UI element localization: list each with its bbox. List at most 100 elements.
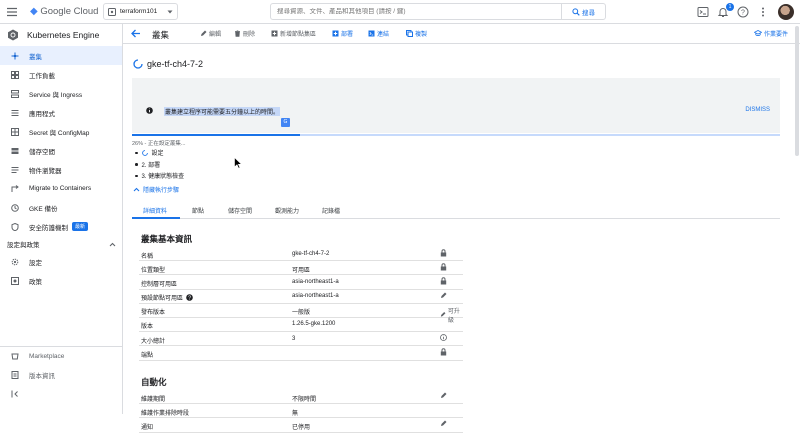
edit-button[interactable]: 編輯 bbox=[200, 29, 221, 38]
back-button[interactable] bbox=[130, 28, 141, 39]
main-content: 叢集 編輯 刪除 新增節點集區 部署 連結 複製 作業要件 gke-tf-ch4… bbox=[123, 24, 800, 433]
sidebar-item-label: Secret 與 ConfigMap bbox=[29, 129, 90, 137]
dismiss-button[interactable]: DISMISS bbox=[745, 107, 770, 113]
delete-label: 刪除 bbox=[243, 32, 256, 38]
deploy-button[interactable]: 部署 bbox=[332, 29, 353, 38]
duplicate-button[interactable]: 複製 bbox=[406, 29, 427, 38]
table-row: 發布版本 一般版 可升級 bbox=[139, 304, 463, 324]
sidebar-item-migrate[interactable]: Migrate to Containers bbox=[0, 179, 122, 198]
kubernetes-engine-icon bbox=[8, 29, 18, 41]
row-value: 一般版 bbox=[292, 310, 311, 317]
more-vert-icon[interactable] bbox=[757, 6, 769, 18]
add-node-pool-button[interactable]: 新增節點集區 bbox=[271, 29, 316, 38]
connect-button[interactable]: 連結 bbox=[368, 29, 389, 38]
cloud-shell-icon[interactable] bbox=[697, 6, 709, 18]
sidebar-item-backup[interactable]: GKE 備份 bbox=[0, 198, 122, 217]
search-input[interactable] bbox=[271, 8, 561, 15]
collapse-sidebar-button[interactable] bbox=[0, 384, 122, 403]
sidebar-section-config[interactable]: 設定與政策 bbox=[0, 236, 122, 252]
search-button-label: 搜尋 bbox=[582, 9, 595, 17]
table-row: 控制層可用區 asia-northeast1-a bbox=[139, 275, 463, 290]
google-cloud-logo[interactable]: ◆ Google Cloud bbox=[30, 6, 98, 17]
add-node-pool-label: 新增節點集區 bbox=[280, 32, 317, 38]
table-row: 版本 1.26.5-gke.1200 bbox=[139, 318, 463, 333]
row-key: 通知 bbox=[141, 424, 154, 431]
active-tab-indicator bbox=[132, 217, 180, 219]
translate-icon[interactable]: G bbox=[281, 118, 290, 127]
sidebar-item-label: 安全防護機制 bbox=[29, 224, 68, 232]
scrollbar[interactable] bbox=[795, 26, 799, 156]
row-value: asia-northeast1-a bbox=[292, 293, 339, 300]
storage-icon bbox=[11, 147, 19, 154]
sidebar-item-services[interactable]: Service 與 Ingress bbox=[0, 84, 122, 103]
policy-icon bbox=[11, 276, 19, 285]
sidebar-item-storage[interactable]: 儲存空間 bbox=[0, 141, 122, 160]
page-title: 叢集 bbox=[152, 30, 170, 40]
hide-steps-toggle[interactable]: 隱藏執行步驟 bbox=[133, 185, 179, 194]
sidebar-item-applications[interactable]: 應用程式 bbox=[0, 103, 122, 122]
chevron-up-icon bbox=[133, 187, 140, 192]
copy-icon bbox=[406, 30, 413, 37]
tab-nodes[interactable]: 節點 bbox=[192, 206, 204, 215]
row-value: 不限時間 bbox=[292, 396, 317, 403]
row-value: 可用區 bbox=[292, 267, 311, 274]
delete-button[interactable]: 刪除 bbox=[234, 29, 255, 38]
row-key: 端點 bbox=[141, 352, 154, 359]
sidebar-item-security[interactable]: 安全防護機制 最新 bbox=[0, 217, 122, 236]
row-key: 維護期間 bbox=[141, 396, 166, 403]
sidebar-item-secrets[interactable]: Secret 與 ConfigMap bbox=[0, 122, 122, 141]
edit-zone-button[interactable] bbox=[440, 292, 447, 299]
project-selector[interactable]: terraform101 bbox=[103, 3, 178, 20]
bullet bbox=[135, 174, 138, 177]
menu-icon[interactable] bbox=[6, 6, 18, 18]
mouse-pointer-icon bbox=[234, 157, 242, 169]
hub-icon bbox=[11, 52, 19, 59]
sidebar-item-workloads[interactable]: 工作負載 bbox=[0, 65, 122, 84]
sidebar-item-clusters[interactable]: 叢集 bbox=[0, 46, 122, 65]
sidebar-item-label: 版本資訊 bbox=[29, 372, 55, 380]
logo-google-text: Google bbox=[40, 6, 71, 17]
tab-logs[interactable]: 記錄檔 bbox=[322, 206, 340, 215]
search-icon bbox=[572, 7, 580, 16]
sidebar-item-marketplace[interactable]: Marketplace bbox=[0, 346, 122, 365]
sidebar-item-policies[interactable]: 政策 bbox=[0, 271, 122, 290]
edit-notification-button[interactable] bbox=[440, 420, 447, 427]
info-icon[interactable] bbox=[440, 334, 447, 342]
pencil-icon bbox=[441, 392, 447, 398]
tutorial-button[interactable]: 作業要件 bbox=[753, 29, 788, 38]
help-icon[interactable]: ? bbox=[186, 294, 193, 301]
row-key: 版本 bbox=[141, 324, 154, 331]
sidebar-item-object-browser[interactable]: 物件瀏覽器 bbox=[0, 160, 122, 179]
trash-icon bbox=[235, 30, 240, 37]
sidebar-item-label: 設定 bbox=[29, 259, 42, 267]
help-icon[interactable]: ? bbox=[737, 6, 749, 18]
sidebar-item-settings[interactable]: 設定 bbox=[0, 252, 122, 271]
search-bar[interactable]: 搜尋 bbox=[270, 3, 606, 20]
add-box-icon bbox=[332, 30, 339, 37]
sidebar-bottom: Marketplace 版本資訊 bbox=[0, 346, 122, 403]
progress-status: 26% - 正在設定叢集... bbox=[132, 141, 186, 147]
step-label: 2. 部署 bbox=[141, 162, 161, 169]
search-button[interactable]: 搜尋 bbox=[561, 4, 605, 19]
project-name: terraform101 bbox=[120, 8, 158, 15]
lock-icon bbox=[440, 263, 447, 271]
tab-observability[interactable]: 觀測能力 bbox=[275, 206, 299, 215]
tab-storage[interactable]: 儲存空間 bbox=[228, 206, 252, 215]
row-value: gke-tf-ch4-7-2 bbox=[292, 250, 330, 257]
avatar[interactable] bbox=[778, 4, 794, 20]
duplicate-label: 複製 bbox=[415, 32, 428, 38]
lock-icon bbox=[440, 277, 447, 285]
tab-details[interactable]: 詳細資料 bbox=[143, 206, 167, 215]
sidebar: Kubernetes Engine 叢集 工作負載 Service 與 Ingr… bbox=[0, 24, 123, 414]
row-value: 已停用 bbox=[292, 424, 311, 431]
sidebar-item-release-notes[interactable]: 版本資訊 bbox=[0, 365, 122, 384]
table-row: 大小總計 3 bbox=[139, 332, 463, 347]
edit-maintenance-button[interactable] bbox=[440, 392, 447, 399]
sidebar-item-label: Service 與 Ingress bbox=[29, 91, 83, 99]
spinner-icon bbox=[141, 149, 148, 156]
tab-bar: 詳細資料 節點 儲存空間 觀測能力 記錄檔 bbox=[132, 202, 780, 219]
terminal-icon bbox=[368, 30, 375, 37]
row-value: asia-northeast1-a bbox=[292, 278, 339, 285]
migrate-icon bbox=[11, 184, 19, 192]
list-icon bbox=[11, 166, 19, 173]
